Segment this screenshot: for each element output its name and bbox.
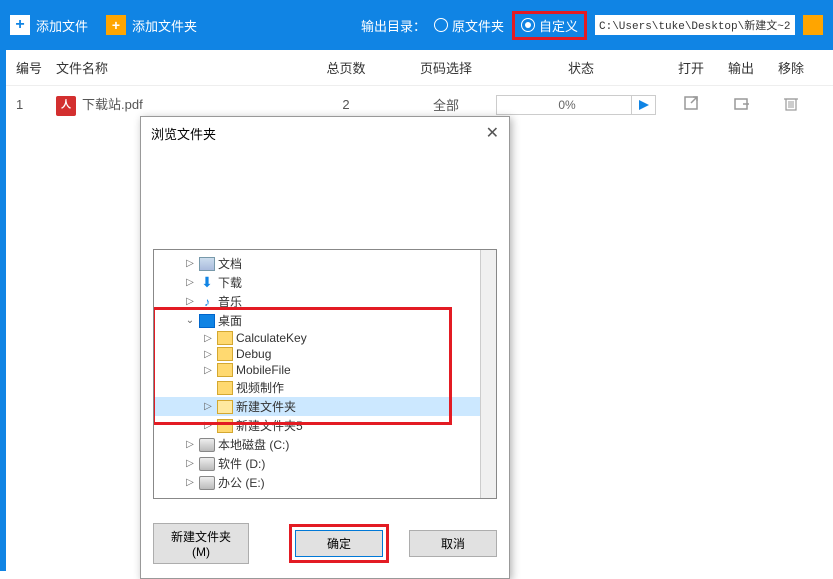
header-open: 打开 (666, 58, 716, 77)
cell-name: 人下载站.pdf (56, 94, 296, 116)
add-file-label: 添加文件 (36, 16, 88, 35)
output-dir-label: 输出目录： (361, 16, 426, 35)
add-file-icon: + (10, 15, 30, 35)
cell-select[interactable]: 全部 (396, 95, 496, 114)
dialog-footer: 新建文件夹(M) 确定 取消 (141, 509, 509, 578)
left-edge-accent (0, 50, 6, 571)
download-icon: ⬇ (199, 276, 215, 290)
dialog-close-button[interactable]: ✕ (486, 123, 499, 143)
tree-item-diskd[interactable]: ▷ 软件 (D:) (154, 454, 480, 473)
caret-icon[interactable]: ▷ (184, 477, 196, 488)
cancel-button[interactable]: 取消 (409, 530, 497, 557)
export-icon (733, 95, 749, 111)
tree-item-diske[interactable]: ▷ 办公 (E:) (154, 473, 480, 492)
open-button[interactable] (683, 95, 699, 114)
output-button[interactable] (733, 95, 749, 114)
caret-icon[interactable]: ▷ (184, 439, 196, 450)
add-folder-icon: + (106, 15, 126, 35)
radio-custom[interactable]: 自定义 (521, 16, 578, 35)
dialog-title-text: 浏览文件夹 (151, 124, 216, 143)
cell-remove (766, 95, 816, 114)
disk-icon (199, 476, 215, 490)
open-icon (683, 95, 699, 111)
cell-output (716, 95, 766, 114)
cell-open (666, 95, 716, 114)
table-header: 编号 文件名称 总页数 页码选择 状态 打开 输出 移除 (0, 50, 833, 86)
tree-item-diskc[interactable]: ▷ 本地磁盘 (C:) (154, 435, 480, 454)
disk-icon (199, 457, 215, 471)
output-section: 输出目录： 原文件夹 自定义 (361, 11, 823, 40)
top-toolbar: + 添加文件 + 添加文件夹 输出目录： 原文件夹 自定义 (0, 0, 833, 50)
add-folder-button[interactable]: + 添加文件夹 (106, 15, 197, 35)
header-output: 输出 (716, 58, 766, 77)
start-button[interactable] (631, 96, 655, 114)
play-icon (639, 100, 649, 110)
new-folder-button[interactable]: 新建文件夹(M) (153, 523, 249, 564)
browse-folder-button[interactable] (803, 15, 823, 35)
tree-label: 文档 (218, 255, 242, 272)
tree-item-downloads[interactable]: ▷⬇下载 (154, 273, 480, 292)
trash-icon (783, 95, 799, 111)
tree-item-docs[interactable]: ▷ 文档 (154, 254, 480, 273)
radio-source-folder[interactable]: 原文件夹 (434, 16, 504, 35)
tree-label: 办公 (E:) (218, 474, 265, 491)
radio-unchecked-icon (434, 18, 448, 32)
tree-scrollbar[interactable] (480, 250, 496, 498)
highlight-desktop-tree (153, 307, 452, 425)
pdf-icon: 人 (56, 96, 76, 116)
ok-button[interactable]: 确定 (295, 530, 383, 557)
output-path-input[interactable] (595, 15, 795, 35)
tree-label: 软件 (D:) (218, 455, 265, 472)
document-icon (199, 257, 215, 271)
disk-icon (199, 438, 215, 452)
tree-label: 下载 (218, 274, 242, 291)
browse-folder-dialog: 浏览文件夹 ✕ ▷文档 ▷⬇下载 ▷♪音乐 ⌄桌面 ▷CalculateKey … (140, 116, 510, 579)
progress-bar: 0% (496, 95, 656, 115)
cell-num: 1 (16, 97, 56, 112)
radio-custom-label: 自定义 (539, 16, 578, 35)
add-folder-label: 添加文件夹 (132, 16, 197, 35)
header-remove: 移除 (766, 58, 816, 77)
radio-source-label: 原文件夹 (452, 16, 504, 35)
highlight-custom-radio: 自定义 (512, 11, 587, 40)
remove-button[interactable] (783, 95, 799, 114)
dialog-titlebar: 浏览文件夹 ✕ (141, 117, 509, 149)
tree-label: 本地磁盘 (C:) (218, 436, 289, 453)
caret-icon[interactable]: ▷ (184, 458, 196, 469)
cell-status: 0% (496, 95, 666, 115)
highlight-ok-button: 确定 (289, 524, 389, 563)
add-file-button[interactable]: + 添加文件 (10, 15, 88, 35)
caret-icon[interactable]: ▷ (184, 258, 196, 269)
folder-tree-container: ▷文档 ▷⬇下载 ▷♪音乐 ⌄桌面 ▷CalculateKey ▷Debug ▷… (153, 249, 497, 499)
header-status: 状态 (496, 58, 666, 77)
progress-text: 0% (497, 98, 631, 112)
dialog-body: ▷文档 ▷⬇下载 ▷♪音乐 ⌄桌面 ▷CalculateKey ▷Debug ▷… (141, 149, 509, 509)
header-select: 页码选择 (396, 58, 496, 77)
header-pages: 总页数 (296, 58, 396, 77)
file-name: 下载站.pdf (82, 97, 143, 112)
cell-pages: 2 (296, 97, 396, 112)
header-name: 文件名称 (56, 58, 296, 77)
header-num: 编号 (16, 58, 56, 77)
caret-icon[interactable]: ▷ (184, 296, 196, 307)
caret-icon[interactable]: ▷ (184, 277, 196, 288)
radio-checked-icon (521, 18, 535, 32)
